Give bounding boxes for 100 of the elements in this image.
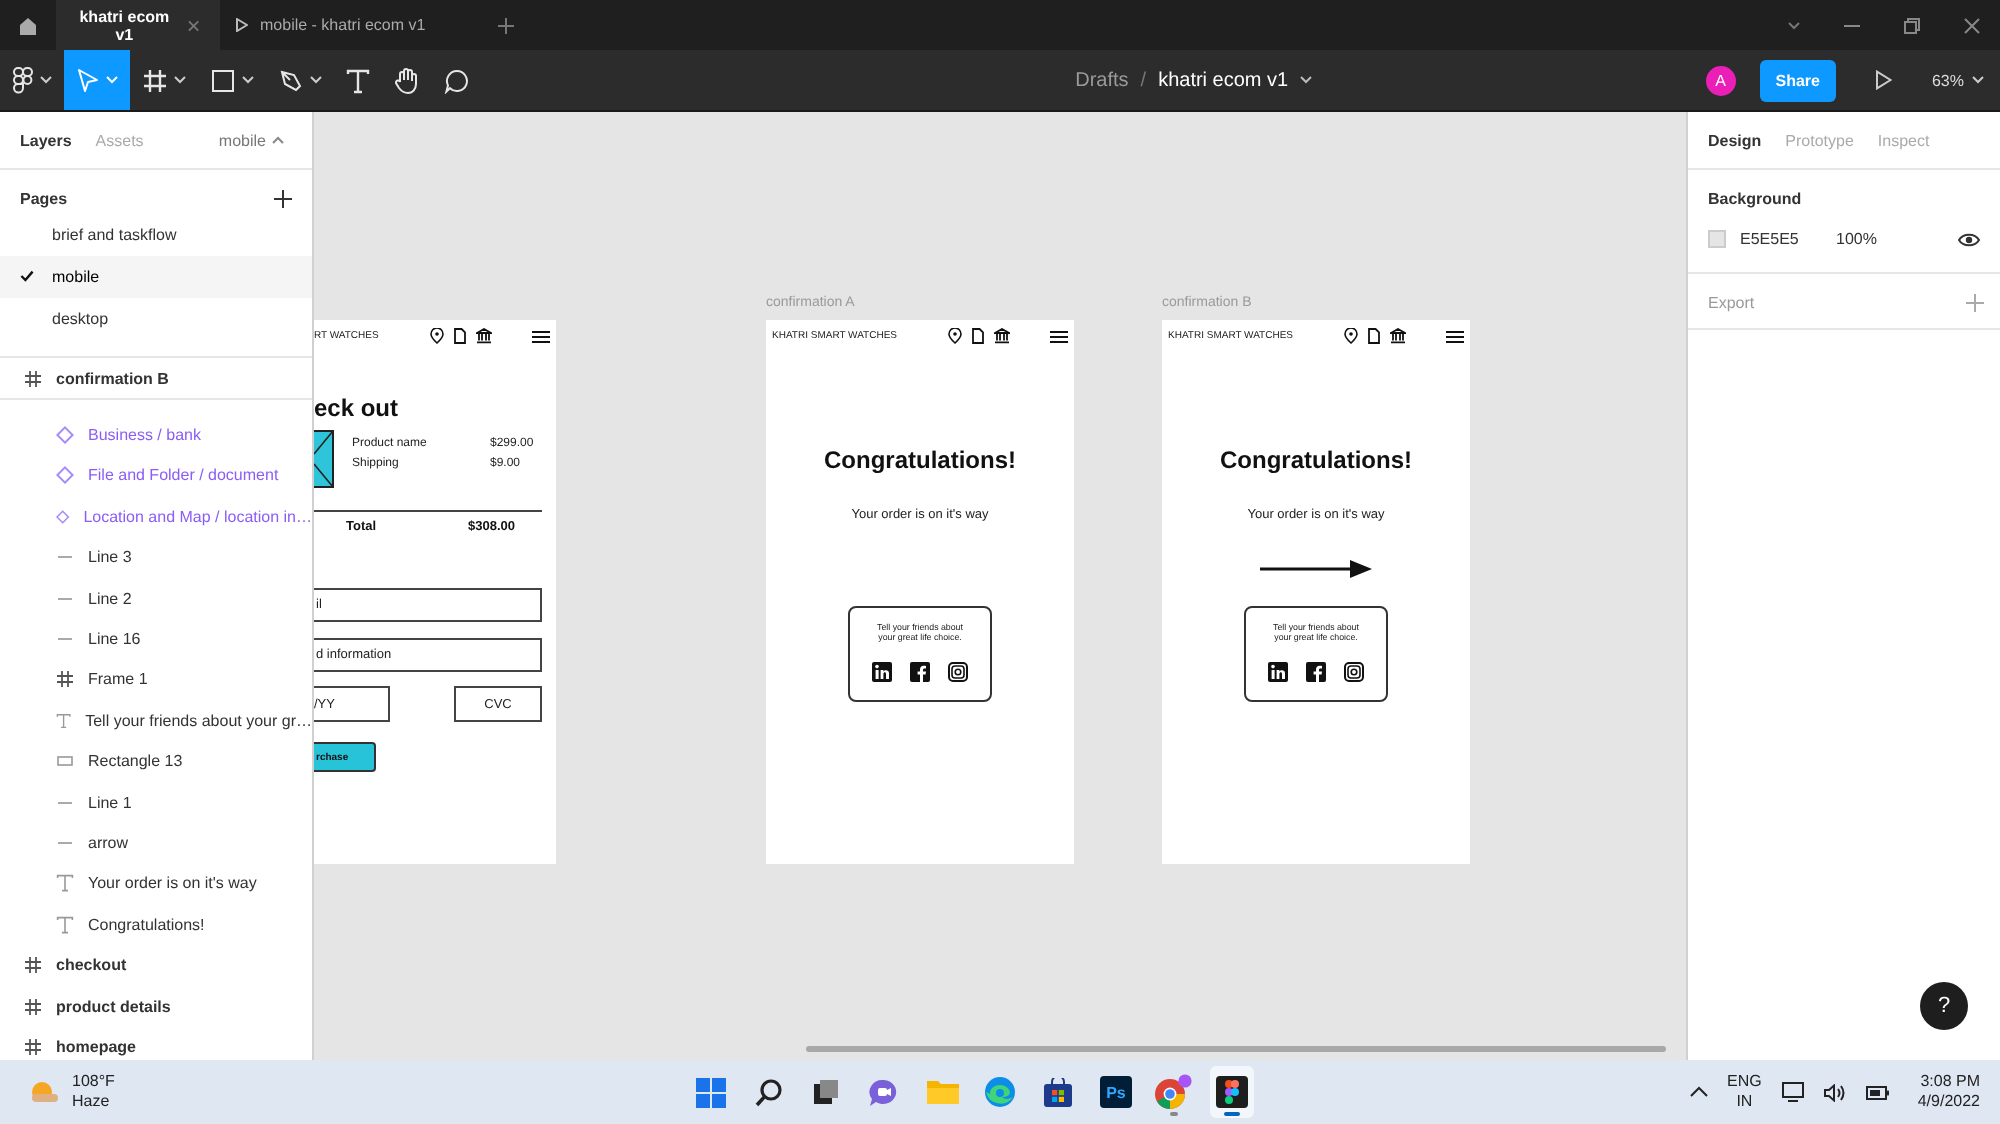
color-swatch[interactable] bbox=[1708, 230, 1726, 248]
battery-icon[interactable] bbox=[1865, 1083, 1890, 1101]
folder-icon bbox=[925, 1078, 959, 1106]
folder-link[interactable]: Drafts bbox=[1075, 69, 1129, 91]
chrome-icon bbox=[1154, 1074, 1194, 1110]
layer-name[interactable]: arrow bbox=[88, 833, 129, 852]
page-item[interactable]: mobile bbox=[52, 268, 100, 286]
file-tab[interactable]: mobile - khatri ecom v1 bbox=[220, 0, 446, 50]
heading: Congratulations! bbox=[1218, 446, 1414, 474]
layer-name[interactable]: Your order is on it's way bbox=[88, 874, 257, 893]
layer-name[interactable]: product details bbox=[56, 997, 171, 1016]
layer-name[interactable]: Frame 1 bbox=[88, 670, 148, 689]
layer-name[interactable]: Location and Map / location in… bbox=[83, 507, 312, 526]
instagram-icon bbox=[948, 662, 968, 683]
menu-icon bbox=[1446, 329, 1464, 343]
chevron-icon bbox=[272, 136, 284, 144]
document-icon bbox=[454, 328, 466, 344]
layer-name[interactable]: Congratulations! bbox=[88, 915, 205, 934]
present-icon[interactable] bbox=[1875, 70, 1892, 90]
menu-icon bbox=[1050, 329, 1068, 343]
location-pin-icon bbox=[948, 328, 962, 344]
chevron-up-icon[interactable] bbox=[1689, 1086, 1708, 1098]
hex-value[interactable]: E5E5E5 bbox=[1740, 230, 1836, 248]
taskbar-app[interactable] bbox=[1210, 1066, 1254, 1118]
rectangle-icon bbox=[56, 752, 74, 771]
browser-icon bbox=[984, 1076, 1016, 1108]
arrow-icon bbox=[1260, 560, 1372, 578]
opacity-value[interactable]: 100% bbox=[1836, 230, 1958, 248]
monitor-icon[interactable] bbox=[1781, 1082, 1804, 1102]
chevron-icon bbox=[1300, 76, 1313, 84]
bank-icon bbox=[994, 328, 1010, 344]
panel-tab[interactable]: Layers bbox=[20, 131, 72, 149]
file-name[interactable]: khatri ecom v1 bbox=[1158, 69, 1289, 91]
file-tab[interactable]: khatri ecom v1 bbox=[56, 0, 220, 50]
location-pin-icon bbox=[1344, 328, 1358, 344]
zoom-menu[interactable]: 63% bbox=[1931, 71, 1984, 89]
menu-icon bbox=[532, 329, 550, 343]
volume-icon[interactable] bbox=[1823, 1083, 1846, 1101]
logo-icon bbox=[12, 66, 34, 94]
clock-time[interactable]: 3:08 PM bbox=[1920, 1072, 1980, 1092]
weather-condition: Haze bbox=[72, 1092, 112, 1112]
frame-icon bbox=[142, 67, 168, 93]
section-title: Background bbox=[1708, 190, 1802, 208]
clock-date[interactable]: 4/9/2022 bbox=[1917, 1092, 1980, 1112]
facebook-icon bbox=[910, 662, 930, 683]
linkedin-icon bbox=[872, 662, 892, 683]
layer-name[interactable]: Tell your friends about your gr… bbox=[85, 711, 312, 730]
linkedin-icon bbox=[1268, 662, 1288, 683]
store-icon bbox=[1042, 1077, 1074, 1107]
check-icon bbox=[20, 270, 34, 282]
layer-name[interactable]: Line 16 bbox=[88, 630, 141, 649]
page-picker[interactable]: mobile bbox=[206, 129, 296, 151]
diamond-icon bbox=[56, 466, 74, 485]
page-item[interactable]: brief and taskflow bbox=[52, 226, 177, 244]
facebook-icon bbox=[1306, 662, 1326, 683]
section-title: Pages bbox=[20, 189, 68, 207]
region[interactable]: IN bbox=[1736, 1092, 1753, 1112]
document-icon bbox=[1368, 328, 1380, 344]
layer-name[interactable]: Line 2 bbox=[88, 589, 132, 608]
layer-name[interactable]: Rectangle 13 bbox=[88, 752, 183, 771]
add-icon[interactable] bbox=[274, 189, 292, 207]
home-icon[interactable] bbox=[18, 15, 38, 35]
eye-icon[interactable] bbox=[1958, 231, 1980, 247]
diamond-icon bbox=[56, 426, 74, 445]
photoshop-app-icon[interactable]: Ps bbox=[1100, 1076, 1132, 1108]
heading: eck out bbox=[314, 394, 401, 422]
layer-name[interactable]: confirmation B bbox=[56, 369, 169, 388]
language[interactable]: ENG bbox=[1727, 1072, 1762, 1092]
user-avatar[interactable]: A bbox=[1705, 65, 1736, 95]
scrollbar[interactable] bbox=[806, 1046, 1666, 1052]
section-title: Export bbox=[1708, 294, 1755, 312]
chevron-icon bbox=[1788, 21, 1800, 29]
frame-icon bbox=[56, 670, 74, 689]
layer-name[interactable]: Line 1 bbox=[88, 793, 132, 812]
heading: Congratulations! bbox=[822, 446, 1018, 474]
layer-name[interactable]: Line 3 bbox=[88, 548, 132, 567]
taskbar-app[interactable]: Ps bbox=[1094, 1066, 1138, 1118]
layer-name[interactable]: Business / bank bbox=[88, 426, 201, 445]
layer-name[interactable]: checkout bbox=[56, 956, 127, 975]
hand-icon bbox=[394, 66, 420, 94]
comment-icon bbox=[444, 67, 470, 93]
weather-icon bbox=[28, 1080, 60, 1104]
close-icon[interactable] bbox=[1964, 17, 1980, 33]
close-icon[interactable] bbox=[188, 19, 200, 31]
chevron-icon bbox=[242, 76, 254, 84]
chevron-icon bbox=[174, 76, 186, 84]
bank-icon bbox=[1390, 328, 1406, 344]
layer-name[interactable]: homepage bbox=[56, 1037, 137, 1056]
search-icon bbox=[753, 1077, 783, 1107]
figma-app-icon bbox=[1216, 1076, 1248, 1108]
restore-icon[interactable] bbox=[1904, 17, 1920, 33]
image-placeholder bbox=[314, 430, 334, 488]
chevron-icon bbox=[106, 76, 118, 84]
frame-icon bbox=[24, 369, 42, 388]
chevron-icon bbox=[310, 76, 322, 84]
frame-icon bbox=[24, 1037, 42, 1056]
page-item[interactable]: desktop bbox=[52, 310, 109, 328]
panel-tab[interactable]: Design bbox=[1708, 131, 1762, 149]
layer-name[interactable]: File and Folder / document bbox=[88, 466, 279, 485]
text-icon bbox=[56, 874, 74, 893]
